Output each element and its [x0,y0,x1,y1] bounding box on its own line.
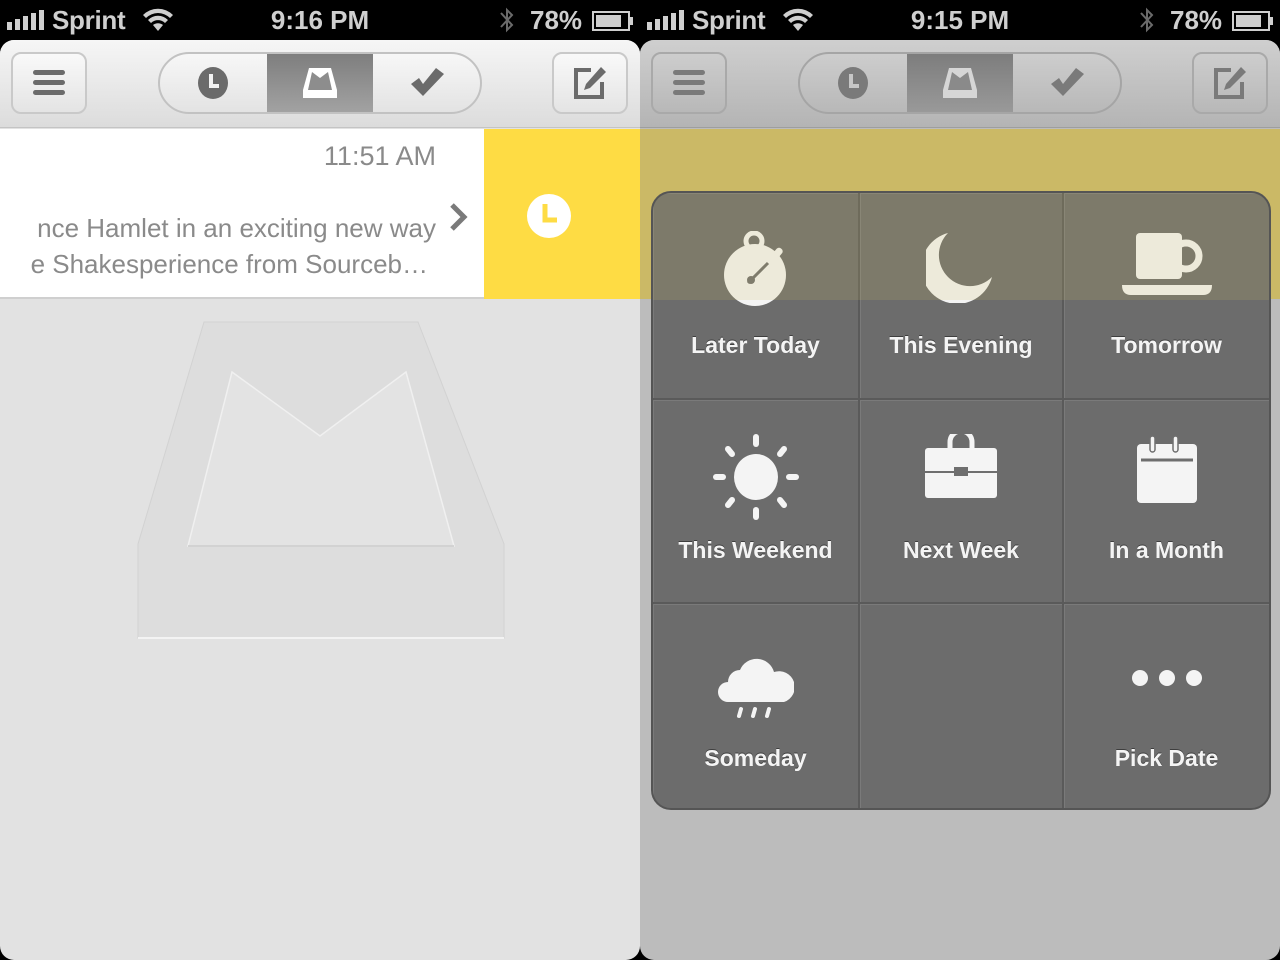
snooze-option-this-evening[interactable]: This Evening [860,193,1064,400]
snooze-option-next-week[interactable]: Next Week [860,400,1064,604]
empty-inbox-illustration [137,321,505,639]
menu-button[interactable] [651,52,727,114]
left-screenshot: Sprint 9:16 PM 78% 11:51 AM nce Hamlet i… [0,0,640,960]
snooze-option-pick-date[interactable]: Pick Date [1064,604,1269,808]
compose-button[interactable] [552,52,628,114]
bluetooth-icon [1140,7,1154,33]
battery-percent: 78% [530,5,583,35]
snooze-option-label: This Evening [889,332,1033,358]
coffee-cup-icon [1121,233,1212,295]
nav-bar [0,40,640,128]
nav-bar [640,40,1280,128]
snooze-option-tomorrow[interactable]: Tomorrow [1064,193,1269,400]
view-segmented-control [798,52,1122,114]
swipe-snooze-action[interactable] [484,129,640,299]
preview-text-2: e Shakesperience from Sourceb… [30,249,428,279]
moon-icon [926,233,992,303]
inbox-tray-icon [303,68,337,98]
menu-button[interactable] [11,52,87,114]
snooze-option-label: Someday [704,745,807,771]
tab-later[interactable] [800,54,907,112]
calendar-icon [1136,435,1197,503]
compose-button[interactable] [1192,52,1268,114]
checkmark-icon [410,68,444,96]
rain-cloud-icon [717,658,794,718]
tab-inbox[interactable] [266,54,374,112]
snooze-option-label: Later Today [691,332,820,358]
compose-icon [1214,67,1246,99]
tab-later[interactable] [160,54,267,112]
snooze-option-in-a-month[interactable]: In a Month [1064,400,1269,604]
preview-text-1: nce Hamlet in an exciting new way [37,213,436,243]
compose-icon [574,67,606,99]
snooze-option-label: Next Week [903,537,1019,563]
checkmark-icon [1050,68,1084,96]
ellipsis-icon [1131,670,1202,686]
snooze-option-label: Tomorrow [1111,332,1222,358]
clock-icon [198,67,229,99]
message-preview-line-1: nce Hamlet in an exciting new way [0,213,436,245]
app-screen: 11:51 AM t: The Shakesperience, Unit… nc… [0,40,640,960]
battery-icon [592,11,633,31]
chevron-right-icon [450,203,468,231]
clock-icon [838,67,869,99]
briefcase-icon [925,434,997,498]
snooze-option-someday[interactable]: Someday [653,604,860,808]
message-time: 11:51 AM [323,141,436,171]
snooze-options-popup: Later Today This Evening Tomorrow This W… [651,191,1271,810]
hamburger-menu-icon [33,70,65,95]
battery-icon [1232,11,1273,31]
snooze-option-label: Pick Date [1114,745,1219,771]
tab-archive[interactable] [1013,54,1120,112]
stopwatch-icon [723,231,786,306]
tab-archive[interactable] [373,54,480,112]
status-bar: Sprint 9:16 PM 78% [0,0,640,40]
battery-percent: 78% [1170,5,1223,35]
snooze-option-empty [860,604,1064,808]
view-segmented-control [158,52,482,114]
snooze-option-label: In a Month [1109,537,1224,563]
clock-icon [527,194,571,238]
tab-inbox[interactable] [906,54,1014,112]
status-bar: Sprint 9:15 PM 78% [640,0,1280,40]
snooze-option-label: This Weekend [678,537,833,563]
sun-icon [712,434,799,520]
snooze-option-later-today[interactable]: Later Today [653,193,860,400]
bluetooth-icon [500,7,514,33]
hamburger-menu-icon [673,70,705,95]
snooze-option-this-weekend[interactable]: This Weekend [653,400,860,604]
message-preview-line-2: e Shakesperience from Sourceb… [0,249,428,281]
message-row[interactable]: 11:51 AM t: The Shakesperience, Unit… nc… [0,129,484,299]
right-screenshot: Sprint 9:15 PM 78% Later Today This Even… [640,0,1280,960]
inbox-tray-icon [943,68,977,98]
app-screen: Later Today This Evening Tomorrow This W… [640,40,1280,960]
